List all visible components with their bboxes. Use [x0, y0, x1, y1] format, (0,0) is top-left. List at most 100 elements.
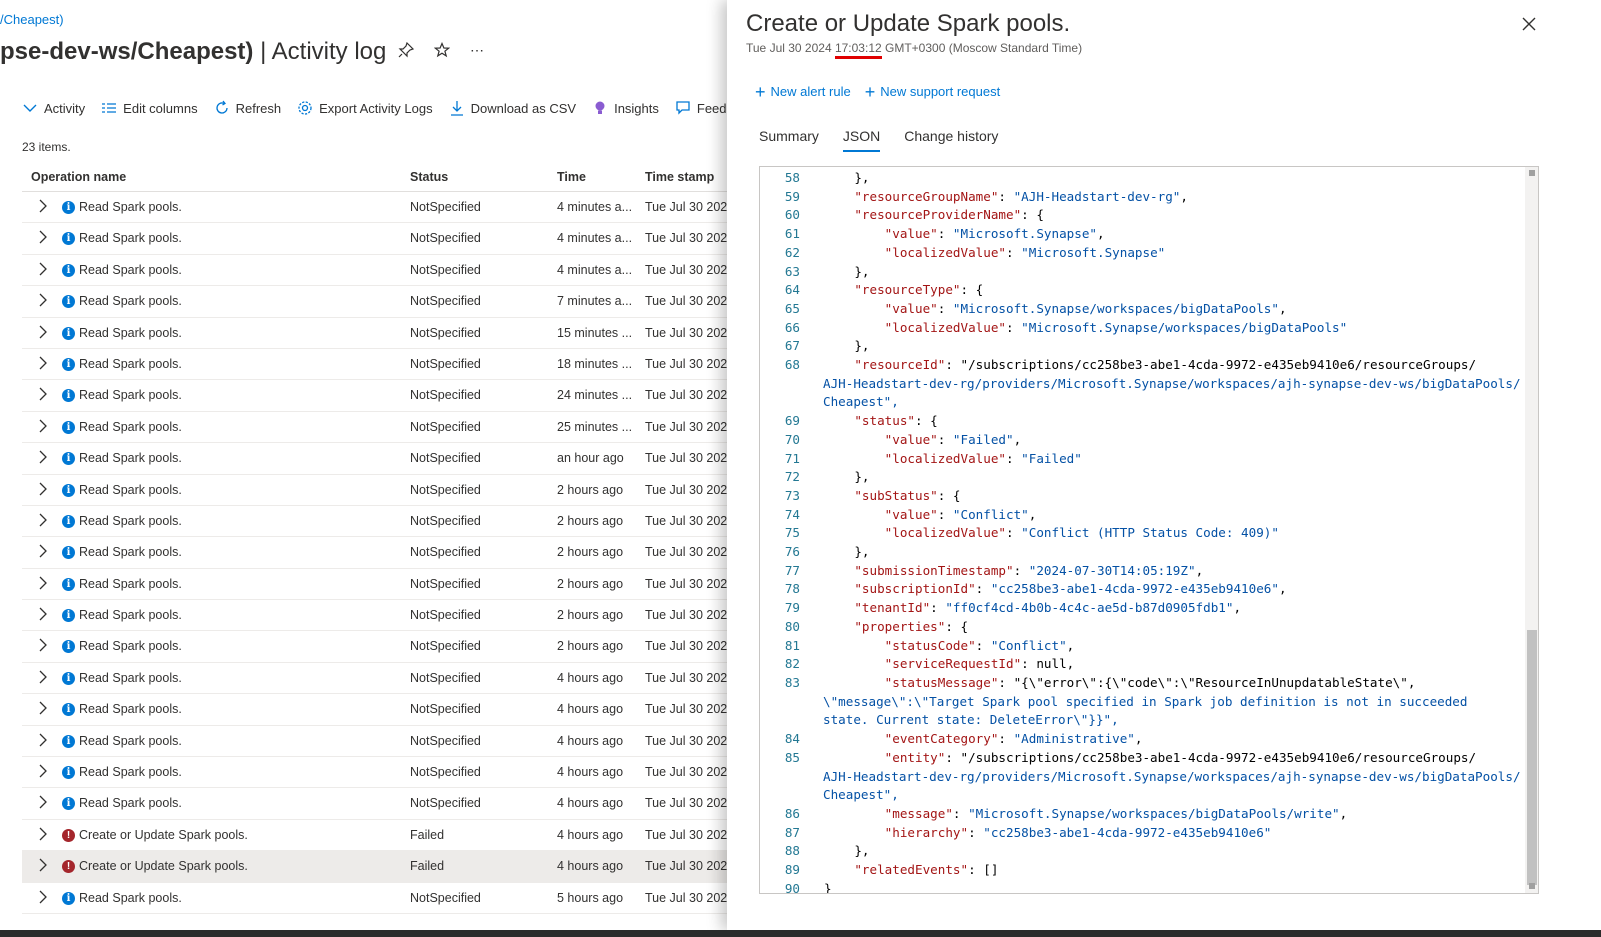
chevron-right-icon[interactable]	[38, 449, 48, 465]
table-row[interactable]: i Read Spark pools. NotSpecified 7 minutes …	[22, 286, 745, 318]
table-row[interactable]: i Read Spark pools. NotSpecified an hour ag…	[22, 443, 745, 475]
star-icon[interactable]	[433, 41, 451, 63]
operation-name[interactable]: Read Spark pools.	[79, 483, 399, 497]
operation-name[interactable]: Read Spark pools.	[79, 734, 399, 748]
table-row[interactable]: i Read Spark pools. NotSpecified 2 hours ag…	[22, 475, 745, 506]
insights-button[interactable]: Insights	[592, 100, 659, 116]
chevron-right-icon[interactable]	[38, 261, 48, 277]
chevron-right-icon[interactable]	[38, 355, 48, 371]
operation-name[interactable]: Read Spark pools.	[79, 545, 399, 559]
operation-name[interactable]: Read Spark pools.	[79, 891, 399, 905]
chevron-right-icon[interactable]	[38, 794, 48, 810]
operation-name[interactable]: Read Spark pools.	[79, 451, 399, 465]
activity-button[interactable]: Activity	[22, 100, 85, 116]
chevron-right-icon[interactable]	[38, 575, 48, 591]
table-row[interactable]: i Read Spark pools. NotSpecified 2 hours ag…	[22, 506, 745, 538]
operation-name[interactable]: Read Spark pools.	[79, 702, 399, 716]
table-row[interactable]: i Read Spark pools. NotSpecified 4 minutes …	[22, 223, 745, 255]
chevron-right-icon[interactable]	[38, 481, 48, 497]
chevron-right-icon[interactable]	[38, 700, 48, 716]
operation-name[interactable]: Read Spark pools.	[79, 263, 399, 277]
new-alert-rule-button[interactable]: + New alert rule	[755, 83, 851, 101]
table-row[interactable]: ! Create or Update Spark pools. Failed 4 ho…	[22, 851, 745, 883]
column-header-timestamp[interactable]: Time stamp	[645, 170, 714, 184]
code-line: 67 },	[760, 337, 1524, 356]
operation-name[interactable]: Read Spark pools.	[79, 420, 399, 434]
table-row[interactable]: i Read Spark pools. NotSpecified 2 hours ag…	[22, 631, 745, 663]
scrollbar-thumb[interactable]	[1527, 630, 1537, 885]
table-row[interactable]: i Read Spark pools. NotSpecified 2 hours ag…	[22, 537, 745, 569]
chevron-right-icon[interactable]	[38, 543, 48, 559]
time-value: 15 minutes ...	[557, 325, 633, 340]
chevron-right-icon[interactable]	[38, 637, 48, 653]
chevron-right-icon[interactable]	[38, 857, 48, 873]
chevron-right-icon[interactable]	[38, 292, 48, 308]
info-icon: i	[62, 483, 75, 497]
chevron-right-icon[interactable]	[38, 386, 48, 402]
tab-json[interactable]: JSON	[842, 128, 881, 152]
edit-columns-button[interactable]: Edit columns	[101, 100, 198, 116]
chevron-right-icon[interactable]	[38, 669, 48, 685]
editor-scrollbar[interactable]	[1525, 167, 1538, 893]
chevron-right-icon[interactable]	[38, 763, 48, 779]
operation-name[interactable]: Read Spark pools.	[79, 326, 399, 340]
table-row[interactable]: ! Create or Update Spark pools. Failed 4 ho…	[22, 820, 745, 852]
table-row[interactable]: i Read Spark pools. NotSpecified 24 minutes…	[22, 380, 745, 412]
operation-name[interactable]: Read Spark pools.	[79, 357, 399, 371]
operation-name[interactable]: Read Spark pools.	[79, 671, 399, 685]
json-editor[interactable]: 58 }, 59 "resourceGroupName": "AJH-Headst…	[759, 166, 1539, 894]
chevron-right-icon[interactable]	[38, 732, 48, 748]
table-row[interactable]: i Read Spark pools. NotSpecified 2 hours ag…	[22, 600, 745, 632]
table-row[interactable]: i Read Spark pools. NotSpecified 4 hours ag…	[22, 726, 745, 758]
table-row[interactable]: i Read Spark pools. NotSpecified 4 minutes …	[22, 255, 745, 287]
column-header-time[interactable]: Time	[557, 170, 586, 184]
chevron-right-icon[interactable]	[38, 229, 48, 245]
time-value: 4 minutes a...	[557, 200, 633, 214]
chevron-right-icon[interactable]	[38, 826, 48, 842]
operation-name[interactable]: Create or Update Spark pools.	[79, 828, 399, 842]
table-row[interactable]: i Read Spark pools. NotSpecified 2 hours ag…	[22, 569, 745, 601]
operation-name[interactable]: Read Spark pools.	[79, 294, 399, 308]
column-header-operation[interactable]: Operation name	[31, 170, 126, 184]
column-header-status[interactable]: Status	[410, 170, 448, 184]
operation-name[interactable]: Read Spark pools.	[79, 796, 399, 810]
refresh-button[interactable]: Refresh	[214, 100, 281, 116]
table-row[interactable]: i Read Spark pools. NotSpecified 4 hours ag…	[22, 788, 745, 820]
tab-change-history[interactable]: Change history	[904, 128, 998, 152]
chevron-right-icon[interactable]	[38, 606, 48, 622]
export-activity-logs-button[interactable]: Export Activity Logs	[297, 100, 433, 116]
operation-name[interactable]: Create or Update Spark pools.	[79, 859, 399, 873]
operation-name[interactable]: Read Spark pools.	[79, 231, 399, 245]
status-value: NotSpecified	[410, 200, 481, 214]
scroll-up-icon[interactable]	[1529, 170, 1535, 176]
chevron-right-icon[interactable]	[38, 512, 48, 528]
table-row[interactable]: i Read Spark pools. NotSpecified 5 hours ag…	[22, 883, 745, 914]
operation-name[interactable]: Read Spark pools.	[79, 577, 399, 591]
tab-summary[interactable]: Summary	[759, 128, 819, 152]
close-icon[interactable]	[1521, 16, 1537, 32]
new-support-request-button[interactable]: + New support request	[865, 83, 1000, 101]
chevron-right-icon[interactable]	[38, 418, 48, 434]
chevron-right-icon[interactable]	[38, 889, 48, 905]
line-number: 61	[784, 226, 800, 242]
pin-icon[interactable]	[398, 41, 415, 63]
operation-name[interactable]: Read Spark pools.	[79, 388, 399, 402]
operation-name[interactable]: Read Spark pools.	[79, 514, 399, 528]
table-row[interactable]: i Read Spark pools. NotSpecified 15 minutes…	[22, 318, 745, 349]
table-row[interactable]: i Read Spark pools. NotSpecified 25 minutes…	[22, 412, 745, 444]
operation-name[interactable]: Read Spark pools.	[79, 200, 399, 214]
operation-name[interactable]: Read Spark pools.	[79, 608, 399, 622]
download-csv-button[interactable]: Download as CSV	[449, 100, 576, 116]
chevron-right-icon[interactable]	[38, 198, 48, 214]
scroll-down-icon[interactable]	[1529, 883, 1535, 889]
table-row[interactable]: i Read Spark pools. NotSpecified 4 hours ag…	[22, 694, 745, 726]
table-row[interactable]: i Read Spark pools. NotSpecified 4 hours ag…	[22, 757, 745, 789]
more-icon[interactable]: ⋯	[470, 42, 484, 63]
table-row[interactable]: i Read Spark pools. NotSpecified 4 minutes …	[22, 192, 745, 224]
table-row[interactable]: i Read Spark pools. NotSpecified 4 hours ag…	[22, 663, 745, 695]
operation-name[interactable]: Read Spark pools.	[79, 639, 399, 653]
operation-name[interactable]: Read Spark pools.	[79, 765, 399, 779]
breadcrumb[interactable]: /Cheapest)	[0, 12, 64, 27]
table-row[interactable]: i Read Spark pools. NotSpecified 18 minutes…	[22, 349, 745, 381]
chevron-right-icon[interactable]	[38, 324, 48, 340]
